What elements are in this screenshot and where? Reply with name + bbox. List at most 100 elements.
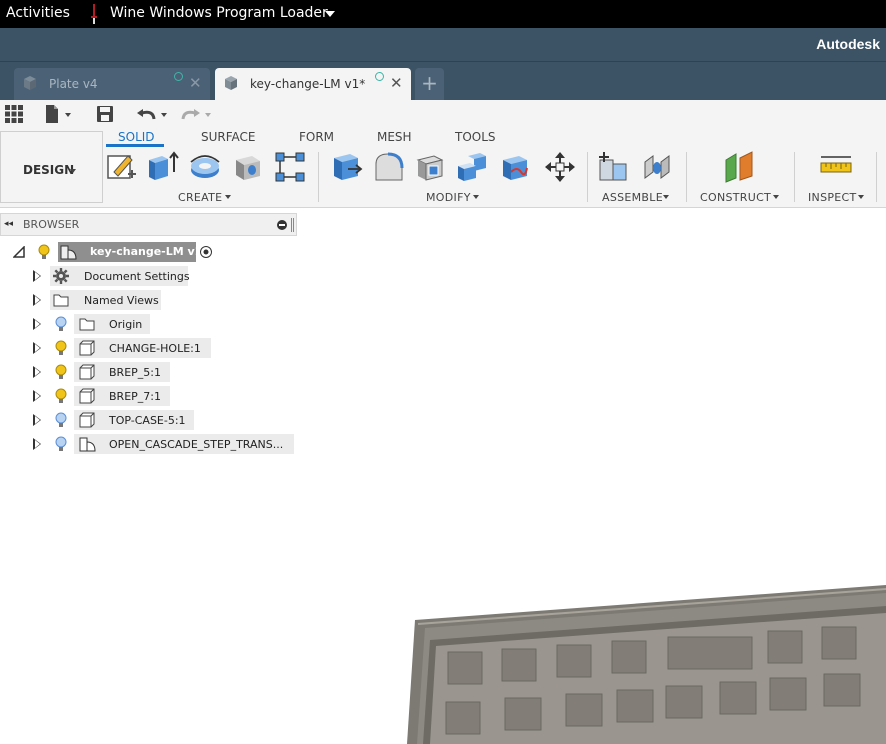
bulb-on-icon[interactable]	[54, 340, 68, 356]
dropdown-caret-icon[interactable]	[225, 195, 231, 199]
move-icon[interactable]	[543, 150, 577, 184]
redo-icon	[181, 109, 200, 120]
app-menu-label[interactable]: Wine Windows Program Loader	[110, 5, 328, 21]
browser-item-named-views[interactable]: Named Views	[0, 289, 300, 311]
collapse-panel-icon[interactable]: ◂◂	[4, 219, 13, 229]
browser-item-open-cascade[interactable]: OPEN_CASCADE_STEP_TRANS...	[0, 433, 300, 455]
new-component-icon[interactable]	[597, 150, 631, 184]
tab-solid[interactable]: SOLID	[118, 130, 155, 144]
tab-form[interactable]: FORM	[299, 130, 334, 144]
close-tab-icon[interactable]: ✕	[189, 75, 202, 91]
browser-root-node[interactable]: key-change-LM v1	[0, 241, 300, 263]
component-icon	[79, 437, 96, 452]
expand-down-icon[interactable]	[13, 246, 25, 258]
expand-arrow-icon[interactable]	[33, 270, 41, 282]
dropdown-caret-icon	[65, 113, 71, 117]
activities-button[interactable]: Activities	[6, 5, 70, 21]
tree-item-label: BREP_7:1	[109, 390, 161, 403]
browser-item-change-hole[interactable]: CHANGE-HOLE:1	[0, 337, 300, 359]
browser-item-origin[interactable]: Origin	[0, 313, 300, 335]
dropdown-caret-icon[interactable]	[473, 195, 479, 199]
wine-icon	[91, 4, 97, 24]
tree-item-pill: TOP-CASE-5:1	[74, 410, 194, 430]
revolve-icon[interactable]	[188, 150, 222, 184]
replace-face-icon[interactable]	[499, 150, 533, 184]
tree-item-label: TOP-CASE-5:1	[109, 414, 186, 427]
file-icon	[46, 105, 58, 123]
sync-status-icon	[375, 72, 384, 81]
offset-plane-icon[interactable]	[722, 150, 756, 184]
dropdown-caret-icon[interactable]	[773, 195, 779, 199]
bulb-on-icon[interactable]	[54, 364, 68, 380]
browser-item-document-settings[interactable]: Document Settings	[0, 265, 300, 287]
close-tab-icon[interactable]: ✕	[390, 75, 403, 91]
activate-radio-icon[interactable]	[199, 245, 213, 259]
fillet-icon[interactable]	[372, 150, 406, 184]
measure-icon[interactable]	[819, 150, 853, 184]
dropdown-caret-icon[interactable]	[858, 195, 864, 199]
construct-group-label[interactable]: CONSTRUCT	[700, 191, 771, 204]
expand-arrow-icon[interactable]	[33, 318, 41, 330]
expand-arrow-icon[interactable]	[33, 414, 41, 426]
pattern-icon[interactable]	[273, 150, 307, 184]
browser-panel-header[interactable]: ◂◂ BROWSER	[0, 213, 297, 236]
save-icon[interactable]	[95, 104, 115, 124]
expand-arrow-icon[interactable]	[33, 342, 41, 354]
panel-resize-grip-icon[interactable]	[291, 218, 294, 232]
combine-icon[interactable]	[456, 150, 490, 184]
tab-tools[interactable]: TOOLS	[455, 130, 496, 144]
quick-access-toolbar	[0, 100, 886, 128]
inspect-group-label[interactable]: INSPECT	[808, 191, 857, 204]
folder-icon	[53, 294, 69, 307]
browser-item-brep-7[interactable]: BREP_7:1	[0, 385, 300, 407]
redo-button[interactable]	[180, 104, 214, 124]
keyboard-case-model	[407, 585, 886, 744]
press-pull-icon[interactable]	[330, 150, 364, 184]
expand-arrow-icon[interactable]	[33, 438, 41, 450]
grid-menu-icon[interactable]	[4, 104, 24, 124]
body-icon	[79, 388, 95, 404]
file-menu-button[interactable]	[44, 104, 74, 124]
bulb-off-icon[interactable]	[54, 436, 68, 452]
group-separator	[587, 152, 588, 202]
joint-icon[interactable]	[641, 150, 675, 184]
component-icon	[60, 245, 77, 260]
bulb-icon[interactable]	[37, 244, 51, 260]
active-tab-indicator	[106, 144, 164, 147]
expand-arrow-icon[interactable]	[33, 390, 41, 402]
extrude-icon[interactable]	[146, 150, 180, 184]
workspace-switcher[interactable]: DESIGN	[0, 131, 103, 203]
browser-item-brep-5[interactable]: BREP_5:1	[0, 361, 300, 383]
assemble-group-label[interactable]: ASSEMBLE	[602, 191, 663, 204]
expand-arrow-icon[interactable]	[33, 294, 41, 306]
minimize-panel-icon[interactable]	[277, 220, 287, 230]
tree-item-label: OPEN_CASCADE_STEP_TRANS...	[109, 438, 284, 451]
modify-group-label[interactable]: MODIFY	[426, 191, 471, 204]
hole-icon[interactable]	[230, 150, 264, 184]
tree-item-pill: OPEN_CASCADE_STEP_TRANS...	[74, 434, 294, 454]
bulb-off-icon[interactable]	[54, 412, 68, 428]
dropdown-caret-icon	[70, 169, 76, 173]
bulb-off-icon[interactable]	[54, 316, 68, 332]
group-separator	[686, 152, 687, 202]
tab-mesh[interactable]: MESH	[377, 130, 412, 144]
title-bar: Autodesk	[0, 28, 886, 62]
tree-item-label: Origin	[109, 318, 143, 331]
expand-arrow-icon[interactable]	[33, 366, 41, 378]
tab-plate-v4[interactable]: Plate v4 ✕	[14, 68, 210, 100]
new-tab-button[interactable]: +	[415, 68, 444, 100]
create-group-label[interactable]: CREATE	[178, 191, 222, 204]
tab-surface[interactable]: SURFACE	[201, 130, 256, 144]
body-icon	[79, 364, 95, 380]
browser-item-top-case[interactable]: TOP-CASE-5:1	[0, 409, 300, 431]
undo-button[interactable]	[135, 104, 169, 124]
tab-key-change-lm[interactable]: key-change-LM v1* ✕	[215, 68, 411, 100]
folder-icon	[79, 318, 95, 331]
group-separator	[794, 152, 795, 202]
bulb-on-icon[interactable]	[54, 388, 68, 404]
shell-icon[interactable]	[414, 150, 448, 184]
app-menu-caret-icon[interactable]	[325, 11, 335, 17]
create-sketch-icon[interactable]	[104, 150, 138, 184]
dropdown-caret-icon[interactable]	[663, 195, 669, 199]
dropdown-caret-icon	[161, 113, 167, 117]
